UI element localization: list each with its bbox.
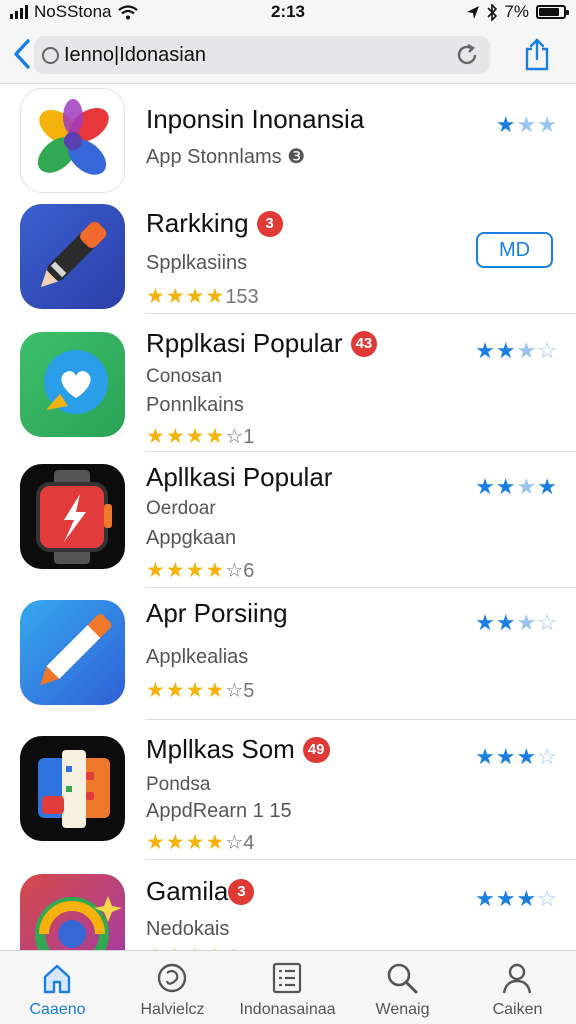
rating-count: 5 bbox=[243, 680, 255, 702]
app-icon-blocks bbox=[20, 736, 125, 841]
tab-label: Wenaig bbox=[375, 1001, 430, 1018]
back-chevron-icon bbox=[14, 39, 30, 69]
app-icon-watch bbox=[20, 464, 125, 569]
tab-bar: Caaeno Halvielcz Indonasainaa Wenaig Cai… bbox=[0, 950, 576, 1024]
location-icon bbox=[467, 5, 480, 19]
tab-label: Halvielcz bbox=[140, 1001, 205, 1018]
get-button[interactable]: MD bbox=[476, 232, 553, 268]
list-icon bbox=[272, 962, 302, 994]
app-subtitle-2: AppdRearn 1 15 bbox=[146, 800, 292, 822]
app-icon-marker bbox=[20, 204, 125, 309]
app-rating-stars: ★★★ bbox=[495, 112, 558, 137]
app-subtitle: Pondsa bbox=[146, 774, 211, 795]
home-icon bbox=[43, 964, 71, 994]
bluetooth-icon bbox=[487, 3, 498, 21]
tab-label: Caaeno bbox=[29, 1001, 86, 1018]
app-subtitle: App Stonnlams ❸ bbox=[146, 146, 306, 168]
battery-fill bbox=[539, 8, 560, 16]
tab-search[interactable]: Wenaig bbox=[345, 951, 460, 1024]
app-title: Inponsin Inonansia bbox=[146, 104, 365, 134]
tab-games[interactable]: Halvielcz bbox=[115, 951, 230, 1024]
app-rating-stars: ★★★☆ bbox=[475, 886, 558, 911]
status-bar: NoSStona 2:13 7% bbox=[0, 0, 576, 26]
app-title: Rarkking bbox=[146, 208, 249, 238]
notification-badge: 3 bbox=[256, 211, 283, 237]
app-rating-stars: ★★★☆ bbox=[475, 610, 558, 635]
battery-percent: 7% bbox=[504, 2, 529, 21]
search-icon bbox=[42, 47, 59, 64]
app-title-row: Rpplkasi Popular 43 bbox=[146, 328, 378, 359]
share-button[interactable] bbox=[522, 38, 552, 72]
app-title: Gamila bbox=[146, 876, 229, 906]
app-rating-stars: ★★★☆ bbox=[475, 338, 558, 363]
tab-account[interactable]: Caiken bbox=[460, 951, 575, 1024]
list-item[interactable]: Rpplkasi Popular 43 Conosan Ponnlkains ★★… bbox=[0, 314, 576, 452]
app-subtitle: Oerdoar bbox=[146, 498, 216, 519]
star-rating: ★★★★ bbox=[146, 679, 226, 702]
tab-label: Indonasainaa bbox=[239, 1001, 336, 1018]
share-icon bbox=[525, 38, 549, 71]
list-item[interactable]: Apllkasi Popular Oerdoar Appgkaan ★★★★☆6… bbox=[0, 452, 576, 588]
list-item[interactable]: Rarkking 3 Spplkasiins ★★★★153 MD bbox=[0, 196, 576, 314]
app-subtitle: Spplkasiins bbox=[146, 252, 248, 274]
app-rating-line: ★★★★☆4 bbox=[146, 831, 255, 854]
status-right: 7% bbox=[466, 2, 569, 22]
top-bar bbox=[0, 26, 576, 84]
app-rating-stars: ★★★★ bbox=[475, 474, 558, 499]
star-rating: ★★★★ bbox=[146, 425, 226, 448]
app-icon-pen bbox=[20, 600, 125, 705]
app-title-row: Mpllkas Som 49 bbox=[146, 734, 330, 765]
app-subtitle: Nedokais bbox=[146, 918, 230, 940]
list-item[interactable]: Gamila3 Nedokais ★★★★☆ ★★★☆ bbox=[0, 860, 576, 950]
notification-badge: 49 bbox=[302, 737, 330, 763]
search-bar[interactable] bbox=[34, 36, 490, 74]
account-icon bbox=[502, 963, 532, 994]
list-item[interactable]: Apr Porsiing Applkealias ★★★★☆5 ★★★☆ bbox=[0, 588, 576, 720]
app-title-row: Rarkking 3 bbox=[146, 208, 283, 239]
list-item[interactable]: Mpllkas Som 49 Pondsa AppdRearn 1 15 ★★★★… bbox=[0, 720, 576, 860]
app-rating-line: ★★★★153 bbox=[146, 284, 259, 309]
app-title: Rpplkasi Popular bbox=[146, 328, 343, 358]
app-list: Inponsin Inonansia App Stonnlams ❸ ★★★ R… bbox=[0, 84, 576, 950]
search-icon bbox=[387, 963, 418, 994]
tab-home[interactable]: Caaeno bbox=[0, 951, 115, 1024]
rating-count: 1 bbox=[243, 426, 255, 448]
app-subtitle: Applkealias bbox=[146, 646, 249, 668]
app-subtitle: Conosan bbox=[146, 366, 223, 387]
list-item[interactable]: Inponsin Inonansia App Stonnlams ❸ ★★★ bbox=[0, 84, 576, 196]
app-rating-stars: ★★★☆ bbox=[475, 744, 558, 769]
tab-label: Caiken bbox=[492, 1001, 543, 1018]
app-title: Mpllkas Som bbox=[146, 734, 295, 764]
app-title: Apllkasi Popular bbox=[146, 462, 333, 492]
rating-count: 6 bbox=[243, 560, 255, 582]
star-rating: ★★★★ bbox=[146, 831, 226, 854]
rating-count: 4 bbox=[243, 832, 255, 854]
back-button[interactable] bbox=[12, 38, 34, 70]
app-subtitle-2: Ponnlkains bbox=[146, 394, 244, 416]
battery-icon bbox=[536, 5, 569, 19]
app-title: Apr Porsiing bbox=[146, 598, 288, 628]
games-icon bbox=[157, 963, 187, 993]
reload-icon bbox=[457, 43, 477, 65]
tab-list[interactable]: Indonasainaa bbox=[230, 951, 345, 1024]
star-rating: ★★★★ bbox=[146, 559, 226, 582]
app-rating-line: ★★★★☆6 bbox=[146, 559, 255, 582]
app-icon-chat bbox=[20, 332, 125, 437]
search-input[interactable] bbox=[64, 40, 444, 70]
notification-badge: 3 bbox=[228, 879, 255, 905]
notification-badge: 43 bbox=[350, 331, 378, 357]
reload-button[interactable] bbox=[454, 42, 480, 68]
app-subtitle-2: Appgkaan bbox=[146, 527, 237, 549]
app-rating-line: ★★★★☆5 bbox=[146, 679, 255, 702]
app-icon-swirl bbox=[20, 874, 125, 950]
app-title-row: Gamila 3 bbox=[146, 876, 255, 907]
app-icon-pinwheel bbox=[20, 88, 125, 193]
app-rating-line: ★★★★☆1 bbox=[146, 425, 255, 448]
rating-count: 153 bbox=[225, 286, 259, 308]
star-rating: ★★★★ bbox=[146, 285, 226, 308]
